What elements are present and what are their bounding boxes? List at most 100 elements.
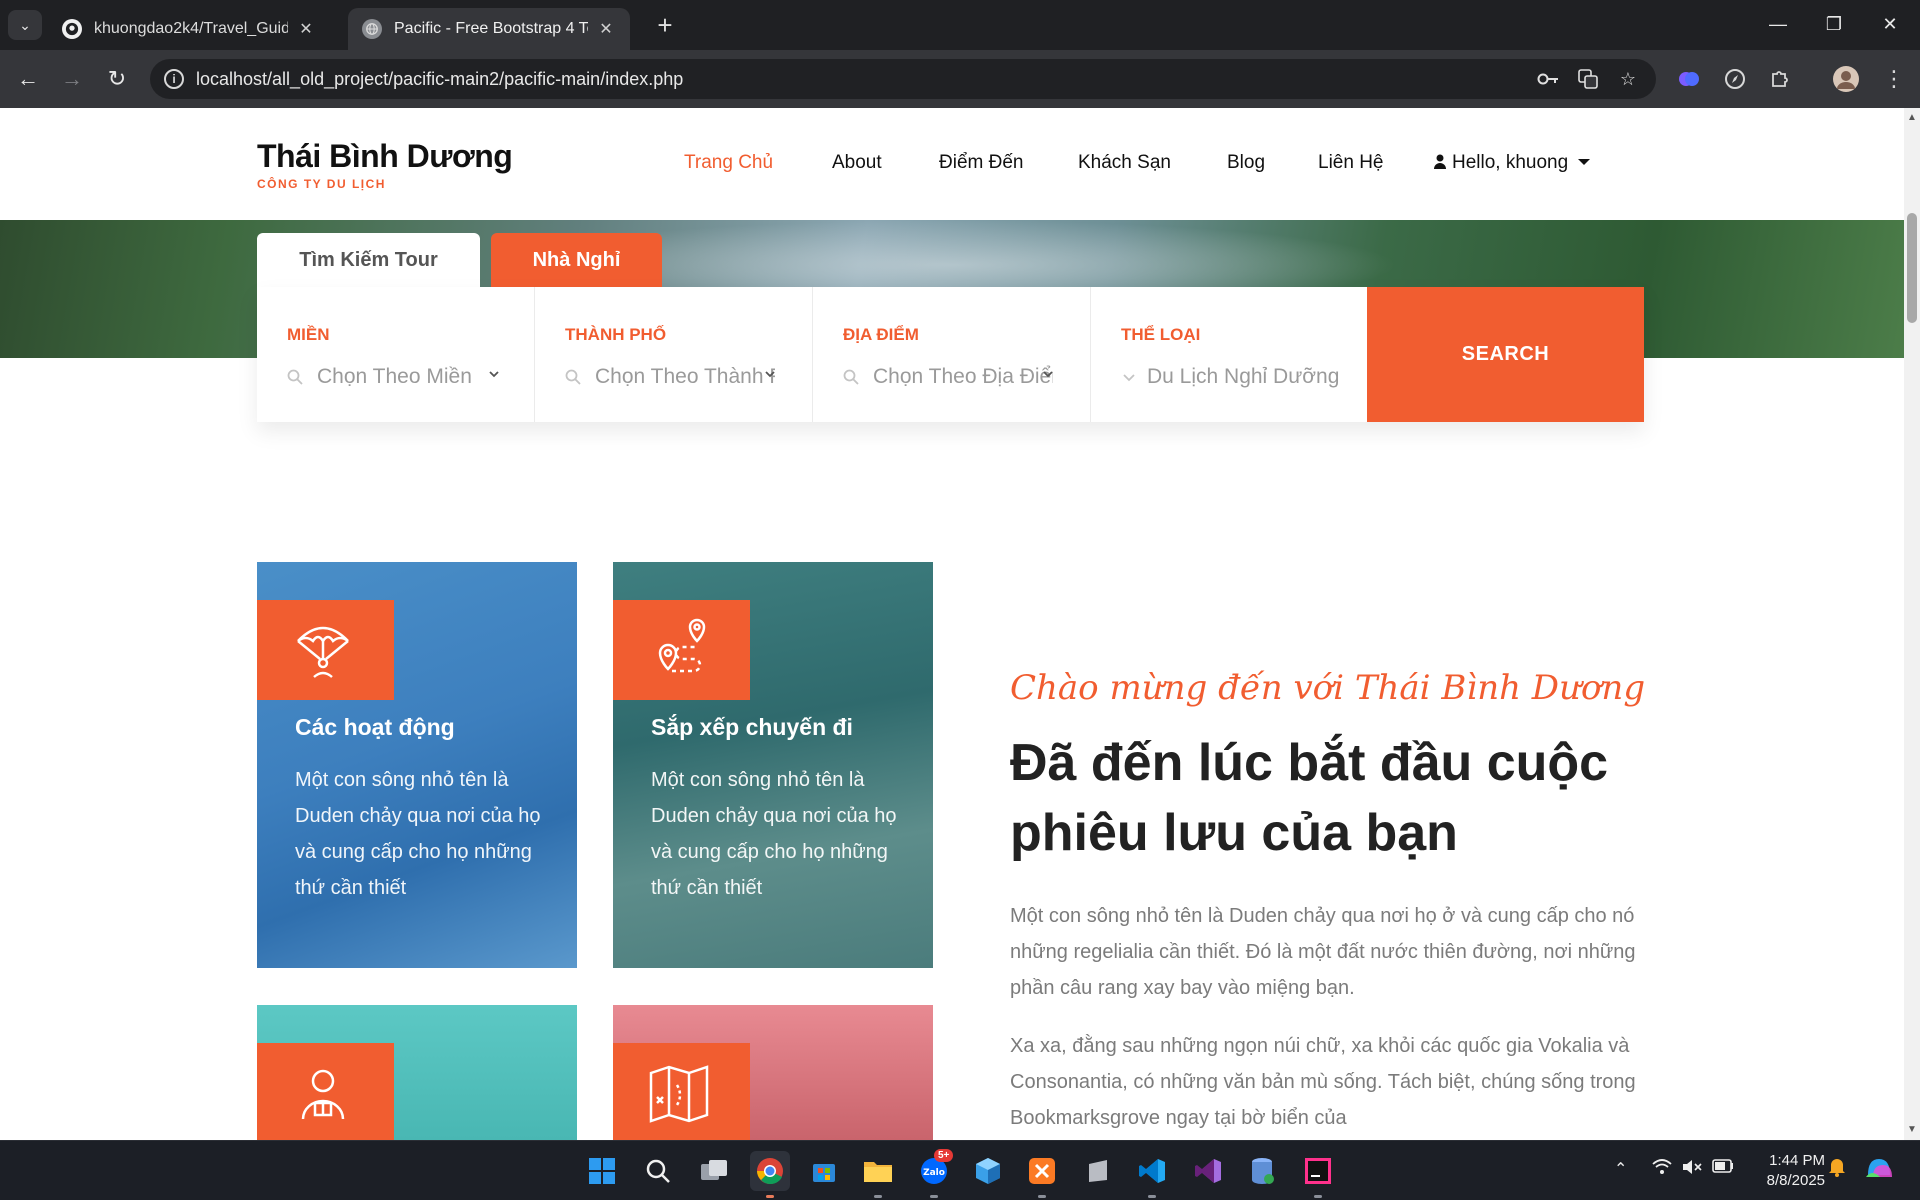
clock-date: 8/8/2025 bbox=[1766, 1172, 1825, 1189]
search-icon bbox=[843, 369, 859, 385]
location-select[interactable]: ĐỊA ĐIỂM Chọn Theo Địa Điểm bbox=[813, 287, 1091, 422]
windows-start-icon[interactable] bbox=[582, 1151, 622, 1191]
brand-subtitle: CÔNG TY DU LỊCH bbox=[257, 177, 386, 191]
app-tile-icon[interactable] bbox=[1078, 1151, 1118, 1191]
category-select[interactable]: THỂ LOẠI Du Lịch Nghỉ Dưỡng bbox=[1091, 287, 1367, 422]
tour-guide-icon bbox=[257, 1043, 394, 1140]
battery-icon[interactable] bbox=[1712, 1159, 1734, 1178]
system-clock[interactable]: 1:44 PM 8/8/2025 bbox=[1735, 1151, 1825, 1191]
scroll-up-arrow-icon[interactable]: ▲ bbox=[1907, 112, 1917, 123]
service-card-guide[interactable] bbox=[257, 1005, 577, 1140]
vscode-icon[interactable] bbox=[1132, 1151, 1172, 1191]
extension-compass-icon[interactable] bbox=[1719, 63, 1751, 95]
route-icon bbox=[613, 600, 750, 700]
search-icon[interactable] bbox=[638, 1151, 678, 1191]
brand-logo[interactable]: Thái Bình Dương CÔNG TY DU LỊCH bbox=[257, 138, 513, 191]
welcome-tagline: Chào mừng đến với Thái Bình Dương bbox=[1010, 668, 1646, 708]
new-tab-button[interactable]: + bbox=[650, 10, 680, 40]
notification-badge: 5+ bbox=[934, 1149, 954, 1162]
nav-link-hotels[interactable]: Khách Sạn bbox=[1078, 152, 1171, 174]
forward-button[interactable]: → bbox=[56, 63, 88, 95]
site-info-icon[interactable]: i bbox=[164, 69, 184, 89]
search-button[interactable]: SEARCH bbox=[1367, 287, 1644, 422]
visual-studio-icon[interactable] bbox=[1188, 1151, 1228, 1191]
chevron-up-icon[interactable]: ⌃ bbox=[1614, 1159, 1627, 1179]
location-label: ĐỊA ĐIỂM bbox=[843, 325, 919, 344]
browser-tab-github[interactable]: khuongdao2k4/Travel_Guide ✕ bbox=[48, 8, 330, 50]
user-icon bbox=[1434, 153, 1446, 169]
city-label: THÀNH PHỐ bbox=[565, 325, 667, 344]
jetbrains-icon[interactable] bbox=[1298, 1151, 1338, 1191]
back-button[interactable]: ← bbox=[12, 63, 44, 95]
card-title: Các hoạt động bbox=[295, 714, 455, 740]
close-icon[interactable]: ✕ bbox=[596, 19, 616, 39]
tab-title: khuongdao2k4/Travel_Guide bbox=[94, 20, 288, 37]
clock-time: 1:44 PM bbox=[1769, 1152, 1825, 1169]
reload-icon: ↻ bbox=[107, 66, 127, 91]
nav-link-blog[interactable]: Blog bbox=[1227, 152, 1265, 174]
chrome-icon[interactable] bbox=[750, 1151, 790, 1191]
user-menu-label: Hello, khuong bbox=[1452, 152, 1569, 173]
extensions-puzzle-icon[interactable] bbox=[1764, 63, 1796, 95]
brand-title: Thái Bình Dương bbox=[257, 138, 513, 174]
restore-button[interactable]: ❐ bbox=[1806, 6, 1862, 42]
search-tab-tour[interactable]: Tìm Kiếm Tour bbox=[257, 233, 480, 288]
bookmark-star-icon[interactable]: ☆ bbox=[1616, 68, 1640, 90]
task-view-icon[interactable] bbox=[694, 1151, 734, 1191]
nav-link-home[interactable]: Trang Chủ bbox=[684, 152, 773, 174]
card-title: Sắp xếp chuyến đi bbox=[651, 714, 853, 740]
nav-link-destinations[interactable]: Điểm Đến bbox=[939, 152, 1023, 174]
nav-link-contact[interactable]: Liên Hệ bbox=[1318, 152, 1384, 174]
paragliding-icon bbox=[257, 600, 394, 700]
card-text: Một con sông nhỏ tên là Duden chảy qua n… bbox=[651, 769, 897, 899]
address-bar[interactable]: i localhost/all_old_project/pacific-main… bbox=[150, 59, 1656, 99]
region-value: Chọn Theo Miền bbox=[317, 365, 472, 388]
close-icon[interactable]: ✕ bbox=[296, 19, 316, 39]
page-viewport: Thái Bình Dương CÔNG TY DU LỊCH Trang Ch… bbox=[0, 108, 1904, 1140]
scrollbar-thumb[interactable] bbox=[1907, 213, 1917, 323]
browser-tab-bar: ⌄ khuongdao2k4/Travel_Guide ✕ Pacific - … bbox=[0, 0, 1920, 50]
reload-button[interactable]: ↻ bbox=[101, 63, 133, 95]
close-window-button[interactable]: ✕ bbox=[1862, 6, 1918, 42]
windows-taskbar: Zalo 5+ ⌃ 1:44 PM 8/8/2025 bbox=[0, 1140, 1920, 1200]
xampp-icon[interactable] bbox=[1022, 1151, 1062, 1191]
file-explorer-icon[interactable] bbox=[858, 1151, 898, 1191]
password-key-icon[interactable] bbox=[1536, 68, 1560, 90]
tab-search-button[interactable]: ⌄ bbox=[8, 10, 42, 40]
microsoft-store-icon[interactable] bbox=[804, 1151, 844, 1191]
caret-down-icon bbox=[1578, 159, 1591, 165]
database-icon[interactable] bbox=[1242, 1151, 1282, 1191]
browser-menu-button[interactable]: ⋮ bbox=[1878, 63, 1910, 95]
browser-toolbar: ← → ↻ i localhost/all_old_project/pacifi… bbox=[0, 50, 1920, 108]
scroll-down-arrow-icon[interactable]: ▼ bbox=[1907, 1124, 1917, 1135]
tour-search-form: MIỀN Chọn Theo Miền THÀNH PHỐ Chọn Theo … bbox=[257, 287, 1644, 422]
browser-tab-pacific[interactable]: Pacific - Free Bootstrap 4 Template ✕ bbox=[348, 8, 630, 50]
volume-muted-icon[interactable] bbox=[1682, 1159, 1702, 1180]
service-card-activities[interactable]: Các hoạt động Một con sông nhỏ tên là Du… bbox=[257, 562, 577, 968]
notification-bell-icon[interactable] bbox=[1828, 1157, 1846, 1182]
chevron-down-icon bbox=[763, 367, 777, 381]
translate-icon[interactable] bbox=[1576, 68, 1600, 90]
wifi-icon[interactable] bbox=[1652, 1159, 1672, 1180]
location-value: Chọn Theo Địa Điểm bbox=[873, 365, 1053, 388]
category-value: Du Lịch Nghỉ Dưỡng bbox=[1147, 365, 1340, 388]
tab-title: Pacific - Free Bootstrap 4 Template bbox=[394, 20, 588, 37]
copilot-icon[interactable] bbox=[1864, 1153, 1894, 1188]
region-select[interactable]: MIỀN Chọn Theo Miền bbox=[257, 287, 535, 422]
github-icon bbox=[62, 19, 82, 39]
nav-link-about[interactable]: About bbox=[832, 152, 882, 174]
service-card-trip-planning[interactable]: Sắp xếp chuyến đi Một con sông nhỏ tên l… bbox=[613, 562, 933, 968]
page-scrollbar[interactable]: ▲ ▼ bbox=[1904, 108, 1920, 1140]
app-cube-icon[interactable] bbox=[968, 1151, 1008, 1191]
minimize-button[interactable]: — bbox=[1750, 6, 1806, 42]
city-select[interactable]: THÀNH PHỐ Chọn Theo Thành Phố bbox=[535, 287, 813, 422]
chevron-down-icon: ⌄ bbox=[19, 16, 31, 33]
url-text[interactable]: localhost/all_old_project/pacific-main2/… bbox=[196, 69, 683, 90]
search-tab-hotel[interactable]: Nhà Nghỉ bbox=[491, 233, 662, 288]
svg-text:Zalo: Zalo bbox=[923, 1168, 945, 1178]
extension-brain-icon[interactable] bbox=[1673, 63, 1705, 95]
chevron-down-icon bbox=[1041, 367, 1055, 381]
user-menu-dropdown[interactable]: Hello, khuong bbox=[1434, 152, 1591, 174]
profile-avatar[interactable] bbox=[1830, 63, 1862, 95]
service-card-map[interactable] bbox=[613, 1005, 933, 1140]
